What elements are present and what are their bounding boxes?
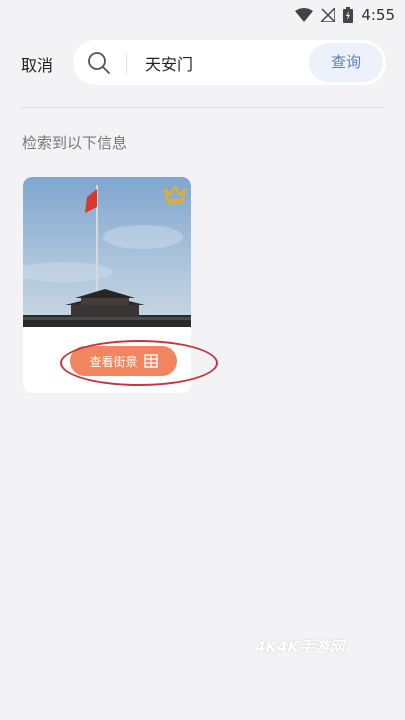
no-signal-icon <box>321 8 336 22</box>
status-icons: 4:55 <box>295 6 395 24</box>
result-card[interactable]: 查看街景 <box>23 177 191 393</box>
street-view-icon <box>143 354 158 368</box>
search-bar[interactable]: 查询 <box>73 40 386 85</box>
status-bar: 4:55 <box>0 0 405 32</box>
search-divider <box>126 52 127 74</box>
view-street-button[interactable]: 查看街景 <box>70 346 177 376</box>
battery-icon <box>343 7 354 23</box>
wifi-icon <box>295 8 314 22</box>
status-time: 4:55 <box>361 6 395 24</box>
query-button[interactable]: 查询 <box>309 43 383 82</box>
header-divider <box>20 107 384 108</box>
crown-icon <box>163 183 187 209</box>
watermark: 4K4K手游网 <box>255 638 345 656</box>
result-label: 检索到以下信息 <box>22 134 128 152</box>
search-icon[interactable] <box>87 51 111 79</box>
cancel-button[interactable]: 取消 <box>21 52 53 76</box>
view-street-label: 查看街景 <box>89 354 138 369</box>
search-input[interactable] <box>145 52 295 74</box>
